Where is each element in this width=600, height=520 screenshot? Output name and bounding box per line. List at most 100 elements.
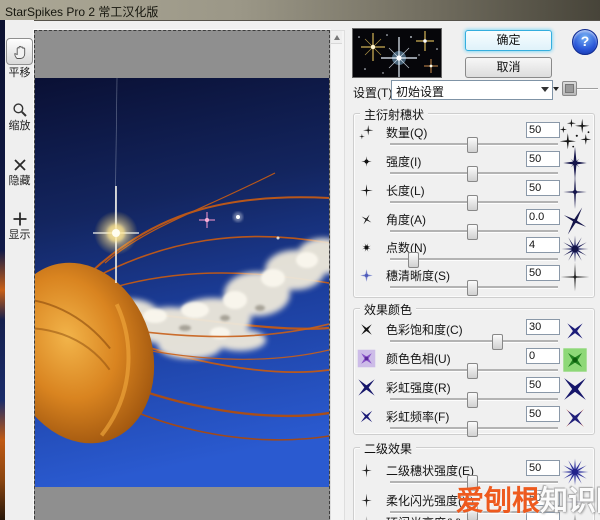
tool-hide[interactable]: 隐藏 [5, 156, 34, 187]
hand-icon [6, 38, 33, 65]
effect-thumbnail [352, 28, 442, 78]
param-label: 环闪光亮度(V) [386, 514, 462, 520]
param-label: 穗清晰度(S) [386, 267, 450, 284]
preset-dropdown[interactable]: 初始设置 [391, 80, 553, 100]
param-label: 彩虹频率(F) [386, 408, 449, 425]
controls-panel: 确定 取消 ? 设置(T): 初始设置 主衍射穗状数量(Q)强度(I)长度(L)… [350, 0, 600, 520]
preset-value: 初始设置 [396, 83, 444, 100]
param-label: 长度(L) [386, 182, 425, 199]
param-value-input[interactable] [526, 512, 560, 520]
tool-show[interactable]: 显示 [5, 210, 34, 241]
slider-row: 穗清晰度(S) [354, 267, 592, 295]
tool-zoom-label: 缩放 [9, 120, 31, 132]
scrollbar-up-button[interactable] [331, 31, 342, 44]
rainbow-x-star-icon [557, 400, 593, 436]
slider-row: 环闪光亮度(V) [354, 514, 592, 520]
tiny-stars-icon [355, 121, 378, 144]
navy-x-star-icon [353, 403, 380, 430]
param-value-input[interactable] [526, 180, 560, 196]
param-slider-track[interactable] [390, 481, 558, 484]
param-value-input[interactable] [526, 319, 560, 335]
param-slider-track[interactable] [390, 286, 558, 289]
tool-zoom[interactable]: 缩放 [5, 101, 34, 132]
preview-matte-bottom [35, 487, 329, 520]
param-slider-thumb[interactable] [467, 280, 478, 296]
param-slider-thumb[interactable] [492, 334, 503, 350]
param-label: 柔化闪光强度(Y) [386, 492, 474, 509]
group-box-3: 二级效果二级穗状强度(E)柔化闪光强度(Y)环闪光亮度(V) [353, 447, 595, 520]
hide-icon [11, 156, 28, 173]
param-slider-thumb[interactable] [467, 392, 478, 408]
param-value-input[interactable] [526, 348, 560, 364]
navy-x-large-icon [353, 374, 380, 401]
divider [577, 88, 598, 90]
cancel-button[interactable]: 取消 [465, 57, 552, 78]
param-slider-track[interactable] [390, 230, 558, 233]
slider-row: 彩虹频率(F) [354, 408, 592, 436]
ok-button[interactable]: 确定 [465, 30, 552, 51]
param-slider-track[interactable] [390, 143, 558, 146]
soft-cross-icon [355, 264, 378, 287]
preview-matte-top [35, 31, 329, 78]
param-slider-thumb[interactable] [467, 137, 478, 153]
tool-hide-label: 隐藏 [9, 175, 31, 187]
param-label: 角度(A) [386, 211, 426, 228]
spike-star-icon [355, 179, 378, 202]
param-slider-track[interactable] [390, 172, 558, 175]
param-label: 点数(N) [386, 239, 427, 256]
black-x-star-icon [353, 316, 380, 343]
group-box-1: 主衍射穗状数量(Q)强度(I)长度(L)角度(A)点数(N)穗清晰度(S) [353, 113, 595, 298]
thin-cross-icon [557, 259, 593, 295]
chevron-down-icon [541, 87, 549, 92]
param-label: 强度(I) [386, 153, 421, 170]
starspikes-dialog: StarSpikes Pro 2 常工汉化版 平移 缩放 隐藏 显示 [0, 0, 600, 520]
param-value-input[interactable] [526, 122, 560, 138]
tool-strip: 平移 缩放 隐藏 显示 [5, 20, 34, 520]
magnifier-icon [11, 101, 28, 118]
param-slider-thumb[interactable] [467, 363, 478, 379]
param-value-input[interactable] [526, 209, 560, 225]
dot-burst-icon [355, 236, 378, 259]
param-value-input[interactable] [526, 151, 560, 167]
small-spike-star-icon [355, 459, 378, 482]
tilted-star-icon [355, 208, 378, 231]
preset-menu-arrow-icon[interactable] [553, 87, 559, 91]
show-icon [11, 210, 28, 227]
help-button[interactable]: ? [572, 29, 598, 55]
param-slider-thumb[interactable] [467, 421, 478, 437]
param-slider-thumb[interactable] [467, 475, 478, 491]
group-title: 二级效果 [360, 440, 416, 457]
param-label: 颜色色相(U) [386, 350, 451, 367]
scrollbar-up-icon [334, 35, 340, 40]
preset-options-button[interactable] [562, 81, 577, 96]
param-slider-track[interactable] [390, 369, 558, 372]
param-slider-track[interactable] [390, 398, 558, 401]
image-preview[interactable] [34, 30, 330, 520]
dot-star-icon [355, 150, 378, 173]
param-slider-track[interactable] [390, 427, 558, 430]
param-slider-thumb[interactable] [467, 166, 478, 182]
param-value-input[interactable] [526, 460, 560, 476]
tool-pan[interactable]: 平移 [5, 38, 34, 79]
param-label: 二级穗状强度(E) [386, 462, 474, 479]
param-value-input[interactable] [526, 237, 560, 253]
preview-scrollbar[interactable] [330, 30, 345, 520]
preset-label: 设置(T): [353, 84, 396, 101]
tool-show-label: 显示 [9, 229, 31, 241]
param-value-input[interactable] [526, 265, 560, 281]
param-slider-track[interactable] [390, 258, 558, 261]
param-slider-track[interactable] [390, 340, 558, 343]
param-label: 数量(Q) [386, 124, 427, 141]
param-value-input[interactable] [526, 406, 560, 422]
param-slider-thumb[interactable] [467, 195, 478, 211]
param-label: 色彩饱和度(C) [386, 321, 463, 338]
small-spike-star-icon [355, 489, 378, 512]
jellyfish-photo [35, 78, 329, 487]
tool-pan-label: 平移 [9, 67, 31, 79]
param-label: 彩虹强度(R) [386, 379, 451, 396]
param-slider-thumb[interactable] [408, 252, 419, 268]
param-value-input[interactable] [526, 490, 560, 506]
param-slider-track[interactable] [390, 201, 558, 204]
param-slider-thumb[interactable] [467, 224, 478, 240]
param-value-input[interactable] [526, 377, 560, 393]
